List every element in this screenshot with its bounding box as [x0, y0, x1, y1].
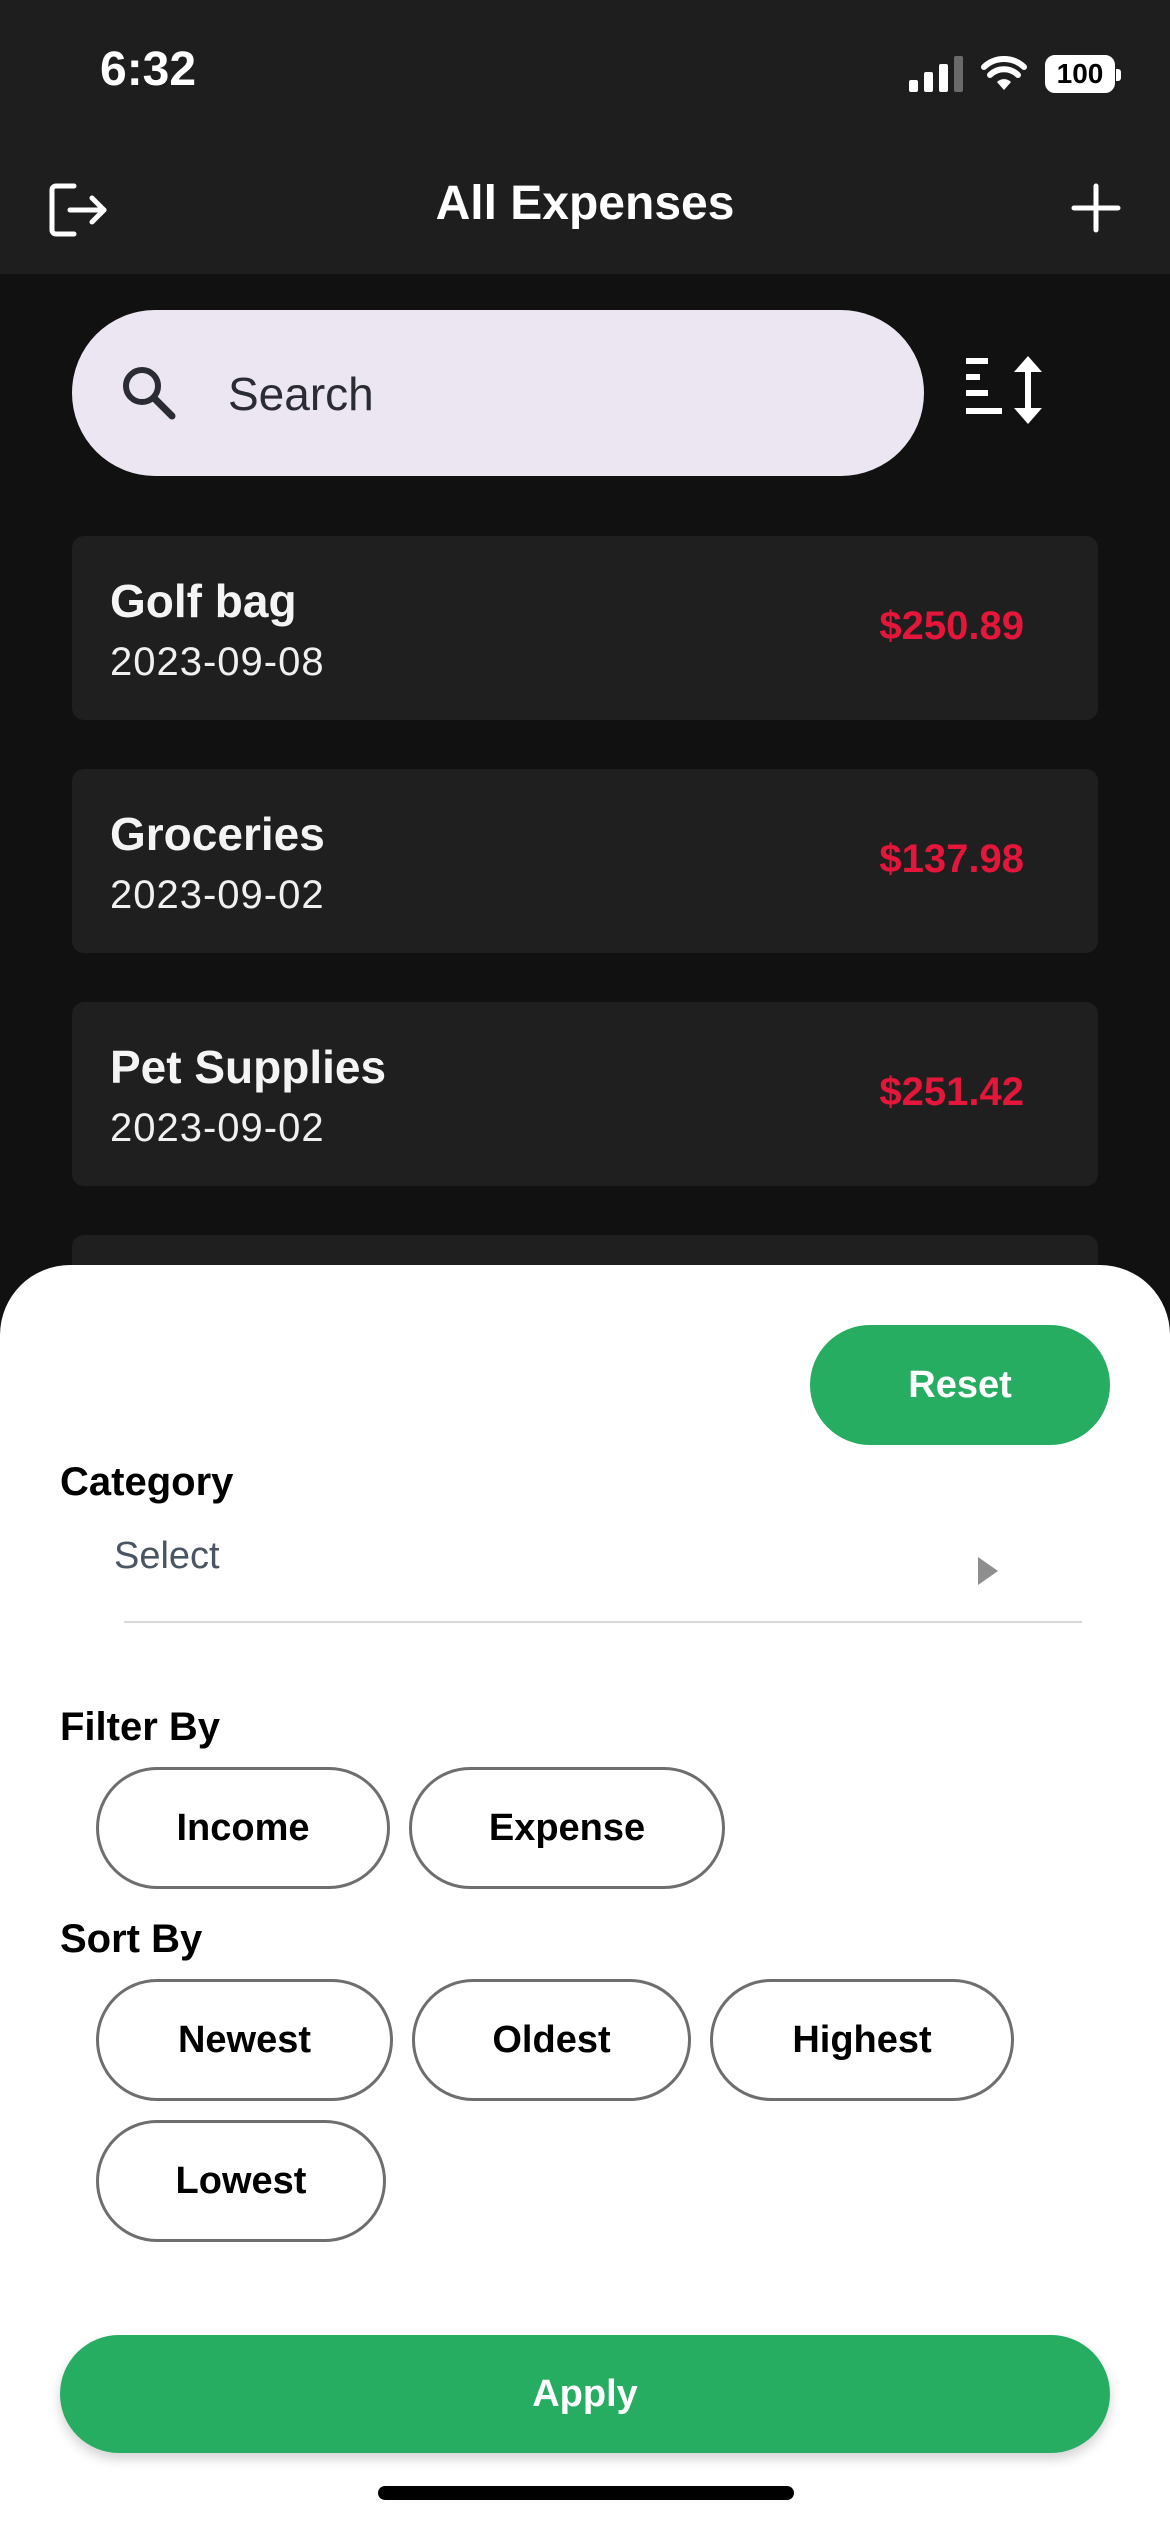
apply-button[interactable]: Apply: [60, 2335, 1110, 2453]
reset-button[interactable]: Reset: [810, 1325, 1110, 1445]
home-indicator[interactable]: [378, 2486, 794, 2500]
sort-chip-oldest[interactable]: Oldest: [412, 1979, 691, 2101]
sort-chip-newest[interactable]: Newest: [96, 1979, 393, 2101]
sort-chip-lowest[interactable]: Lowest: [96, 2120, 386, 2242]
sort-chip-highest[interactable]: Highest: [710, 1979, 1014, 2101]
expense-amount: $137.98: [879, 837, 1024, 881]
filter-by-label: Filter By: [60, 1705, 221, 1749]
status-bar: 6:32 100: [0, 0, 1170, 150]
search-icon: [123, 367, 176, 420]
caret-right-icon: [978, 1557, 998, 1585]
expense-title: Golf bag: [110, 575, 297, 627]
expense-amount: $251.42: [879, 1070, 1024, 1114]
sort-by-label: Sort By: [60, 1917, 203, 1961]
expense-card[interactable]: Golf bag 2023-09-08 $250.89: [72, 536, 1098, 720]
page-title: All Expenses: [435, 177, 735, 230]
wifi-icon: [981, 56, 1027, 90]
expense-title: Groceries: [110, 808, 325, 860]
nav-bar: All Expenses: [0, 150, 1170, 274]
expense-date: 2023-09-08: [110, 640, 325, 684]
category-select-value: Select: [114, 1535, 220, 1577]
expense-card[interactable]: Pet Supplies 2023-09-02 $251.42: [72, 1002, 1098, 1186]
category-select[interactable]: Select: [114, 1535, 1082, 1593]
select-underline: [124, 1621, 1082, 1623]
expense-date: 2023-09-02: [110, 1106, 325, 1150]
expense-title: Pet Supplies: [110, 1041, 387, 1093]
plus-icon[interactable]: [1068, 180, 1124, 236]
status-time: 6:32: [100, 43, 197, 96]
search-placeholder: Search: [228, 368, 374, 420]
sort-icon[interactable]: [964, 352, 1050, 428]
battery-icon: 100: [1045, 55, 1121, 93]
filter-sheet: Reset Category Select Filter By Income E…: [0, 1265, 1170, 2532]
expense-card[interactable]: Groceries 2023-09-02 $137.98: [72, 769, 1098, 953]
filter-chip-income[interactable]: Income: [96, 1767, 390, 1889]
category-label: Category: [60, 1460, 234, 1504]
cellular-signal-icon: [909, 56, 963, 92]
search-input[interactable]: Search: [72, 310, 924, 476]
expense-date: 2023-09-02: [110, 873, 325, 917]
filter-chip-expense[interactable]: Expense: [409, 1767, 725, 1889]
status-icons: 100: [909, 50, 1121, 98]
expense-amount: $250.89: [879, 604, 1024, 648]
